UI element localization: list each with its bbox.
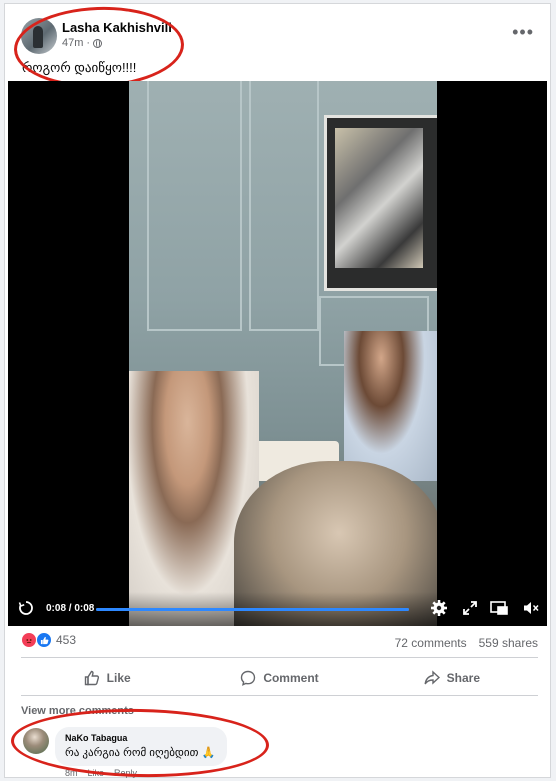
post-time[interactable]: 47m bbox=[62, 37, 83, 49]
angry-reaction-icon bbox=[21, 632, 37, 648]
volume-muted-icon[interactable] bbox=[522, 599, 540, 617]
video-time: 0:08 / 0:08 bbox=[46, 603, 95, 614]
share-arrow-icon bbox=[424, 670, 440, 685]
picture-in-picture-icon[interactable] bbox=[490, 599, 508, 617]
share-label: Share bbox=[446, 671, 480, 685]
reaction-summary[interactable]: 453 bbox=[21, 632, 76, 648]
video-frame bbox=[129, 81, 437, 626]
shares-count[interactable]: 559 shares bbox=[479, 636, 538, 650]
post-actions: Like Comment Share bbox=[21, 664, 538, 692]
share-button[interactable]: Share bbox=[366, 664, 538, 692]
reaction-count: 453 bbox=[56, 633, 77, 647]
post-meta: 47m · bbox=[62, 37, 103, 49]
comment-bubble-icon bbox=[241, 670, 256, 686]
video-person bbox=[344, 331, 437, 481]
wall-panel bbox=[249, 81, 319, 331]
video-progress-fill bbox=[96, 608, 409, 611]
thumbs-up-icon bbox=[84, 670, 99, 686]
comment-time[interactable]: 8m bbox=[65, 768, 78, 778]
separator-dot: · bbox=[86, 37, 91, 49]
comment-text: რა კარგია რომ იღებდით 🙏 bbox=[65, 747, 216, 759]
divider bbox=[21, 657, 538, 658]
comment-meta: 8m Like Reply bbox=[65, 768, 137, 778]
commenter-avatar[interactable] bbox=[23, 728, 49, 754]
comments-count[interactable]: 72 comments bbox=[395, 636, 467, 650]
video-player[interactable]: 0:08 / 0:08 bbox=[8, 81, 547, 626]
comment-like-link[interactable]: Like bbox=[88, 768, 105, 778]
settings-gear-icon[interactable] bbox=[430, 599, 448, 617]
like-button[interactable]: Like bbox=[21, 664, 193, 692]
fullscreen-icon[interactable] bbox=[461, 599, 479, 617]
divider bbox=[21, 695, 538, 696]
like-label: Like bbox=[106, 671, 131, 685]
globe-icon bbox=[93, 38, 103, 48]
wall-panel bbox=[147, 81, 242, 331]
video-controls: 0:08 / 0:08 bbox=[8, 592, 547, 626]
like-reaction-icon bbox=[36, 632, 52, 648]
author-avatar[interactable] bbox=[21, 18, 57, 54]
video-progress-bar[interactable] bbox=[96, 608, 409, 611]
comment-button[interactable]: Comment bbox=[193, 664, 365, 692]
wall-painting bbox=[324, 115, 437, 291]
comment-label: Comment bbox=[263, 671, 319, 685]
more-options-icon[interactable]: ••• bbox=[512, 22, 534, 43]
view-more-comments-link[interactable]: View more comments bbox=[21, 705, 134, 717]
post-text: როგორ დაიწყო!!!! bbox=[22, 60, 137, 75]
post-card: Lasha Kakhishvili 47m · ••• როგორ დაიწყო… bbox=[4, 3, 551, 780]
engagement-stats: 72 comments 559 shares bbox=[395, 636, 538, 650]
commenter-name[interactable]: NaKo Tabagua bbox=[65, 733, 215, 743]
author-name[interactable]: Lasha Kakhishvili bbox=[62, 20, 172, 35]
comment-reply-link[interactable]: Reply bbox=[114, 768, 137, 778]
replay-icon[interactable] bbox=[18, 600, 34, 616]
comment-bubble: NaKo Tabagua რა კარგია რომ იღებდით 🙏 bbox=[55, 727, 228, 766]
